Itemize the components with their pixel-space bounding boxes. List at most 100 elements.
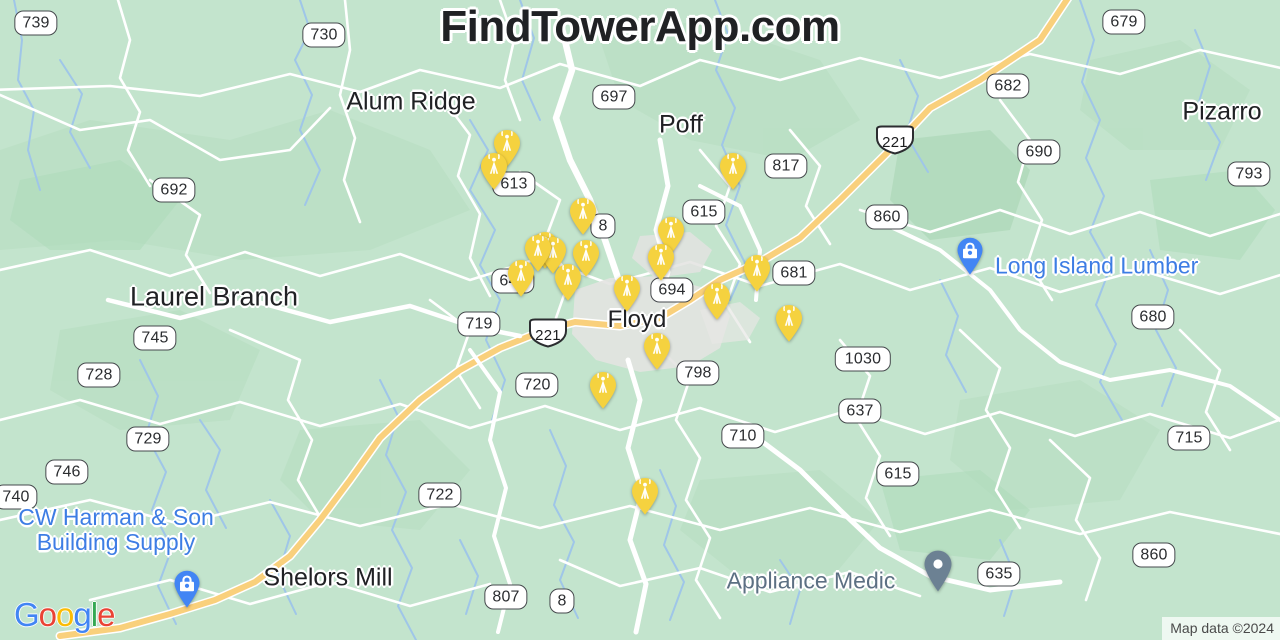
cell-tower-marker[interactable]	[718, 152, 748, 190]
cell-tower-marker[interactable]	[612, 274, 642, 312]
google-logo: Google	[14, 596, 115, 634]
route-shield-label: 635	[985, 565, 1013, 582]
cell-tower-marker[interactable]	[479, 152, 509, 190]
google-logo-letter: e	[97, 596, 115, 633]
google-logo-letter: g	[73, 596, 91, 633]
cell-tower-marker[interactable]	[568, 197, 598, 235]
cell-tower-pin-icon	[744, 255, 770, 292]
map-base-layer	[0, 0, 1280, 640]
route-shield: 807	[484, 584, 528, 610]
route-shield-label: 746	[53, 463, 81, 480]
route-shield: 637	[838, 398, 882, 424]
route-shield: 860	[1132, 542, 1176, 568]
us-highway-shield: 221	[527, 318, 569, 348]
route-shield-label: 8	[557, 592, 567, 609]
route-shield: 793	[1227, 161, 1271, 187]
route-shield-label: 692	[160, 181, 188, 198]
route-shield-label: 710	[729, 427, 757, 444]
route-shield: 680	[1131, 304, 1175, 330]
route-shield-label: 793	[1235, 165, 1263, 182]
route-shield-label: 637	[846, 402, 874, 419]
cell-tower-pin-icon	[555, 264, 581, 301]
route-shield: 1030	[834, 346, 892, 372]
google-logo-letter: G	[14, 596, 40, 633]
route-shield-label: 221	[535, 326, 561, 344]
route-shield-label: 221	[882, 133, 908, 151]
shop-bag-pin-icon	[174, 570, 200, 608]
route-shield-label: 745	[141, 329, 169, 346]
route-shield: 690	[1017, 139, 1061, 165]
route-shield: 860	[865, 204, 909, 230]
route-shield-label: 680	[1139, 308, 1167, 325]
route-shield-label: 694	[658, 281, 686, 298]
cell-tower-pin-icon	[590, 372, 616, 409]
route-shield-label: 1030	[844, 350, 882, 367]
route-shield: 715	[1167, 425, 1211, 451]
route-shield: 615	[682, 199, 726, 225]
cell-tower-marker[interactable]	[588, 371, 618, 409]
route-shield-label: 715	[1175, 429, 1203, 446]
route-shield-label: 860	[873, 208, 901, 225]
route-shield: 720	[515, 372, 559, 398]
route-shield-label: 798	[684, 364, 712, 381]
route-shield-label: 690	[1025, 143, 1053, 160]
route-shield: 615	[876, 461, 920, 487]
route-shield: 745	[133, 325, 177, 351]
cell-tower-marker[interactable]	[742, 254, 772, 292]
cell-tower-marker[interactable]	[646, 243, 676, 281]
route-shield-label: 697	[600, 88, 628, 105]
cell-tower-pin-icon	[632, 478, 658, 515]
route-shield: 730	[302, 22, 346, 48]
route-shield: 728	[77, 362, 121, 388]
route-shield: 8	[549, 588, 575, 614]
route-shield: 740	[0, 484, 38, 510]
route-shield: 746	[45, 459, 89, 485]
route-shield: 682	[986, 73, 1030, 99]
route-shield-label: 682	[994, 77, 1022, 94]
route-shield-label: 730	[310, 26, 338, 43]
shop-marker[interactable]	[173, 570, 201, 608]
cell-tower-pin-icon	[776, 305, 802, 342]
route-shield-label: 729	[134, 430, 162, 447]
cell-tower-marker[interactable]	[702, 282, 732, 320]
shop-marker[interactable]	[956, 237, 984, 275]
route-shield: 719	[457, 311, 501, 337]
route-shield-label: 722	[426, 486, 454, 503]
route-shield: 681	[772, 260, 816, 286]
cell-tower-marker[interactable]	[642, 332, 672, 370]
cell-tower-marker[interactable]	[630, 477, 660, 515]
map-canvas[interactable]: FindTowerApp.com Alum Ridge Poff Pizarro La…	[0, 0, 1280, 640]
route-shield: 729	[126, 426, 170, 452]
route-shield: 798	[676, 360, 720, 386]
google-logo-letter: o	[56, 596, 74, 633]
cell-tower-pin-icon	[720, 153, 746, 190]
route-shield-label: 807	[492, 588, 520, 605]
route-shield-label: 681	[780, 264, 808, 281]
cell-tower-pin-icon	[704, 283, 730, 320]
cell-tower-pin-icon	[508, 260, 534, 297]
route-shield: 679	[1102, 9, 1146, 35]
google-logo-letter: o	[38, 596, 57, 633]
cell-tower-marker[interactable]	[553, 263, 583, 301]
cell-tower-marker[interactable]	[774, 304, 804, 342]
place-marker[interactable]	[923, 550, 953, 592]
route-shield: 710	[721, 423, 765, 449]
us-highway-shield: 221	[874, 125, 916, 155]
cell-tower-pin-icon	[614, 275, 640, 312]
route-shield: 739	[14, 10, 58, 36]
route-shield-label: 860	[1140, 546, 1168, 563]
cell-tower-marker[interactable]	[506, 259, 536, 297]
cell-tower-pin-icon	[570, 198, 596, 235]
route-shield-label: 615	[884, 465, 912, 482]
route-shield: 692	[152, 177, 196, 203]
route-shield-label: 679	[1110, 13, 1138, 30]
route-shield: 817	[764, 153, 808, 179]
route-shield-label: 817	[772, 157, 800, 174]
route-shield-label: 739	[22, 14, 50, 31]
cell-tower-pin-icon	[644, 333, 670, 370]
cell-tower-pin-icon	[648, 244, 674, 281]
route-shield-label: 728	[85, 366, 113, 383]
generic-place-pin-icon	[924, 550, 952, 592]
route-shield-label: 720	[523, 376, 551, 393]
route-shield-label: 719	[465, 315, 493, 332]
